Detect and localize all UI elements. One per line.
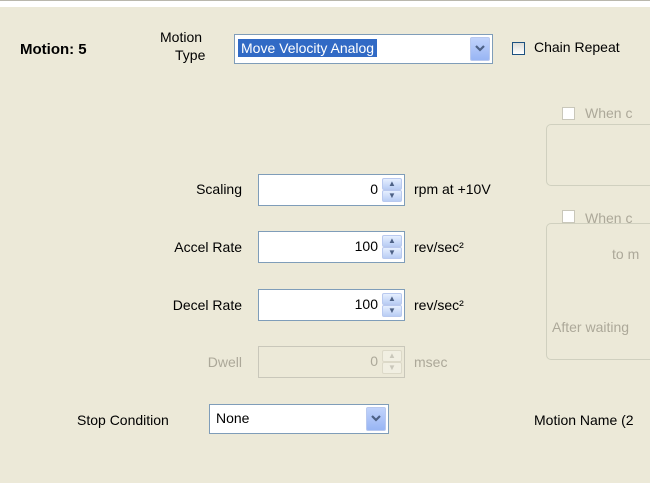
when-checkbox-1[interactable] (562, 107, 575, 120)
scaling-spinner[interactable]: 0 ▲ ▼ (258, 174, 405, 206)
chevron-down-icon[interactable] (470, 37, 490, 61)
stop-condition-select[interactable]: None (209, 404, 389, 434)
dwell-spinner[interactable]: 0 ▲ ▼ (258, 346, 405, 378)
chevron-down-icon[interactable] (366, 407, 386, 431)
accel-rate-value: 100 (354, 238, 378, 254)
up-arrow-icon[interactable]: ▲ (382, 293, 402, 305)
motion-panel: Motion: 5 Motion Type Move Velocity Anal… (0, 0, 650, 483)
down-arrow-icon[interactable]: ▼ (382, 247, 402, 259)
dwell-label: Dwell (207, 354, 242, 370)
down-arrow-icon[interactable]: ▼ (382, 305, 402, 317)
motion-type-select[interactable]: Move Velocity Analog (234, 34, 493, 64)
dwell-unit: msec (414, 354, 448, 370)
motion-number-label: Motion: 5 (20, 41, 87, 58)
when-group-1 (546, 124, 650, 186)
when-label-2: When c (585, 210, 633, 226)
decel-rate-spinner[interactable]: 100 ▲ ▼ (258, 289, 405, 321)
motion-name-label: Motion Name (2 (534, 412, 634, 428)
when-group-2 (546, 223, 650, 360)
down-arrow-icon[interactable]: ▼ (382, 190, 402, 202)
chain-repeat-label: Chain Repeat (534, 39, 620, 55)
decel-rate-label: Decel Rate (172, 297, 242, 313)
motion-type-value: Move Velocity Analog (238, 39, 378, 57)
down-arrow-icon[interactable]: ▼ (382, 362, 402, 374)
motion-type-label-line1: Motion (160, 29, 203, 45)
after-waiting-label: After waiting (552, 319, 630, 335)
accel-rate-label: Accel Rate (174, 239, 242, 255)
dwell-value: 0 (370, 353, 378, 369)
top-strip (0, 1, 650, 7)
stop-condition-label: Stop Condition (77, 412, 169, 428)
accel-rate-spinner[interactable]: 100 ▲ ▼ (258, 231, 405, 263)
when-label-1: When c (585, 105, 633, 121)
scaling-unit: rpm at +10V (414, 181, 491, 197)
up-arrow-icon[interactable]: ▲ (382, 178, 402, 190)
scaling-value: 0 (370, 181, 378, 197)
up-arrow-icon[interactable]: ▲ (382, 235, 402, 247)
motion-type-label-line2: Type (175, 47, 206, 63)
accel-rate-unit: rev/sec² (414, 239, 464, 255)
up-arrow-icon[interactable]: ▲ (382, 350, 402, 362)
when-checkbox-2[interactable] (562, 210, 575, 223)
when-sub-label: to m (612, 246, 640, 262)
scaling-label: Scaling (196, 181, 242, 197)
decel-rate-unit: rev/sec² (414, 297, 464, 313)
chain-repeat-checkbox[interactable] (512, 42, 525, 55)
stop-condition-value: None (216, 410, 250, 426)
decel-rate-value: 100 (354, 296, 378, 312)
